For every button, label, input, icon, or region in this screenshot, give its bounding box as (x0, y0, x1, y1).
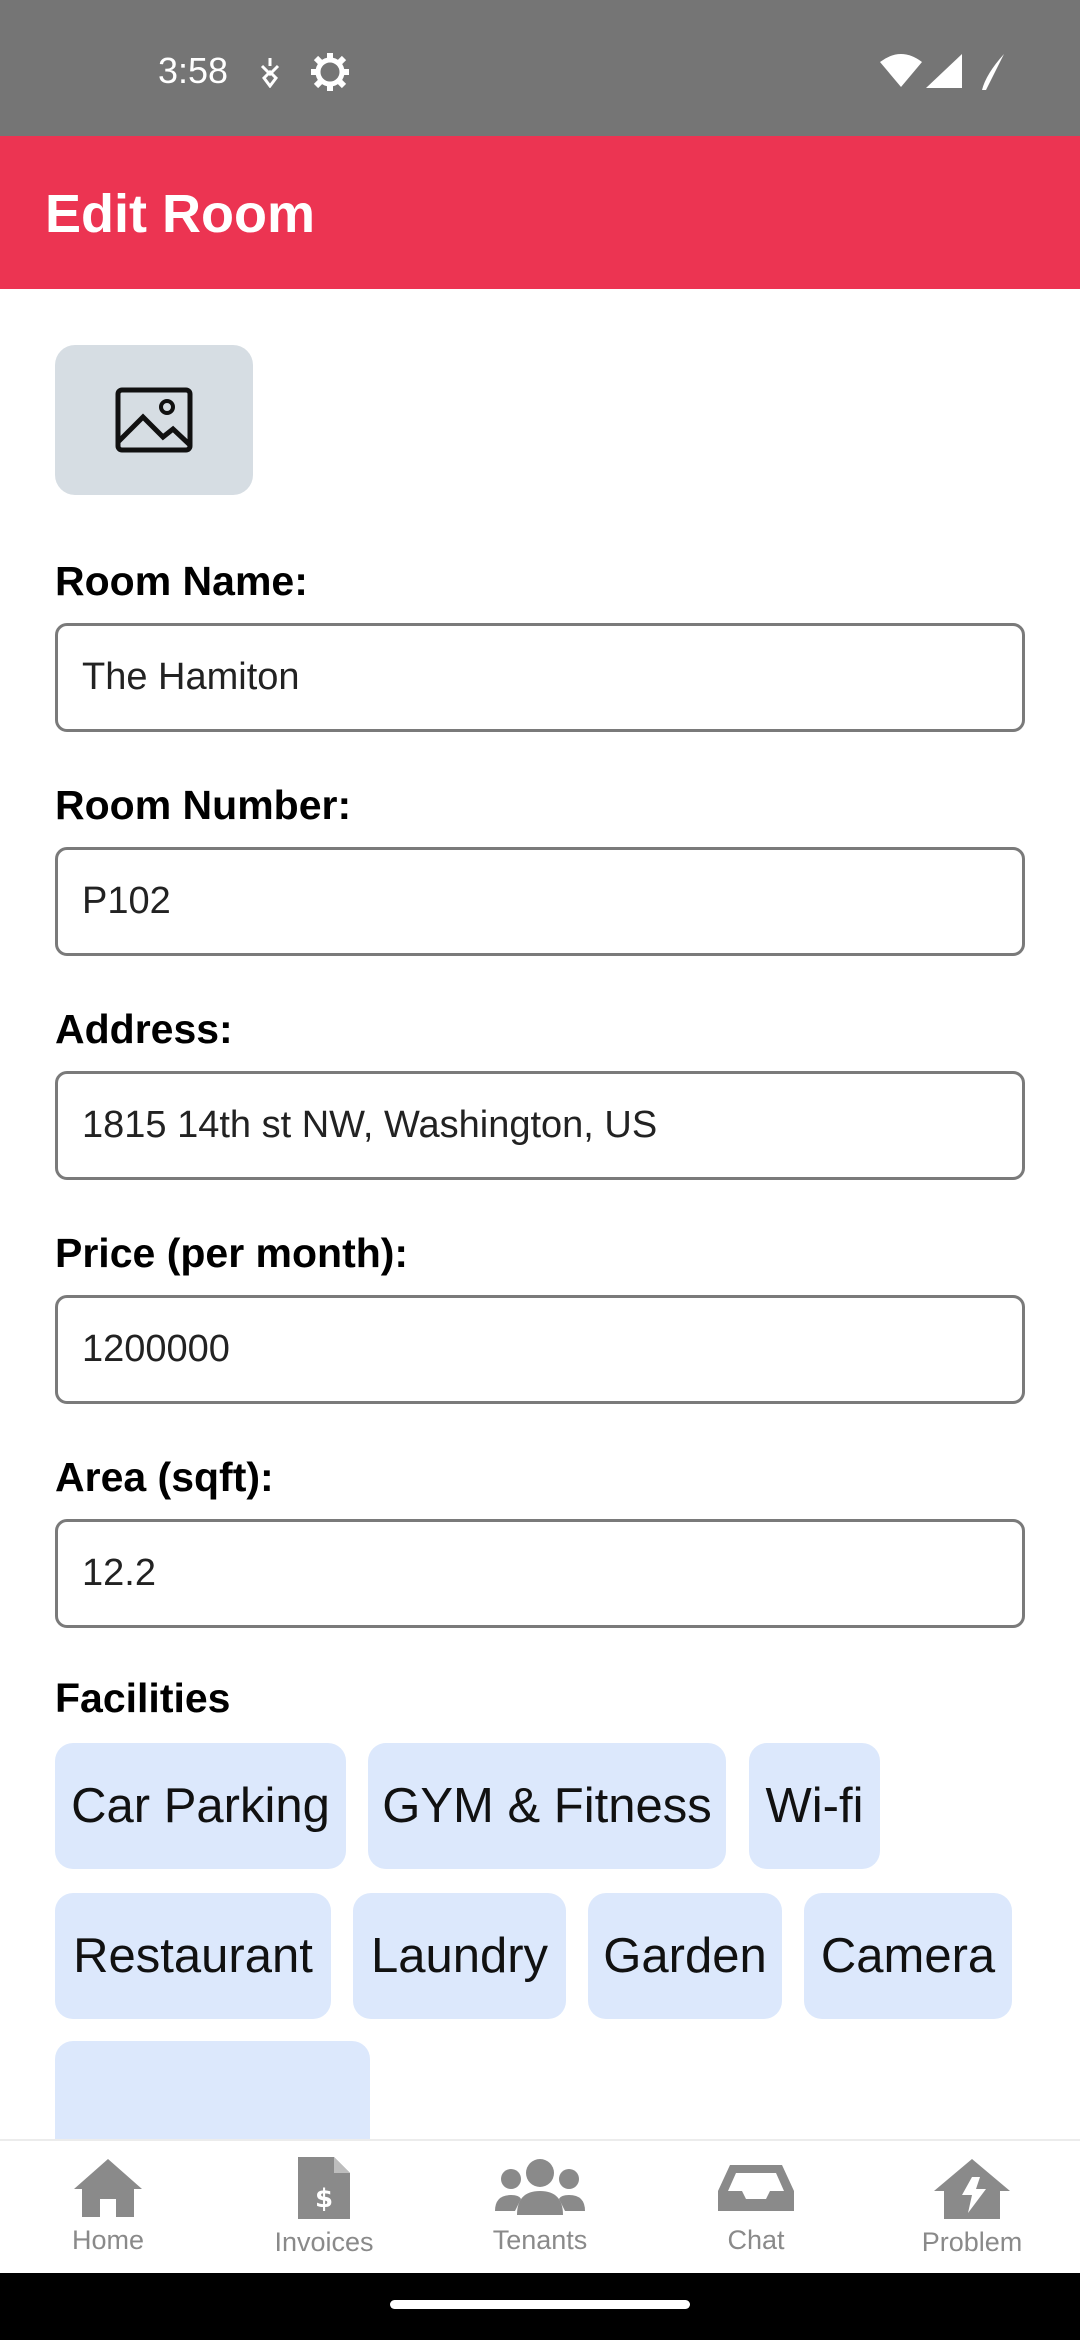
nav-item-tenants[interactable]: Tenants (432, 2141, 648, 2275)
nav-label-home: Home (71, 2225, 145, 2255)
edit-room-form[interactable]: Room Name: Room Number: Address: Price (… (0, 289, 1080, 2139)
room-number-label: Room Number: (55, 782, 352, 828)
facilities-title: Facilities (55, 1675, 231, 1721)
inbox-icon (718, 2165, 794, 2211)
room-name-input[interactable] (55, 623, 1025, 732)
problem-house-icon (934, 2159, 1010, 2219)
dnd-icon (260, 58, 280, 88)
nav-item-problem[interactable]: Problem (864, 2141, 1080, 2275)
price-label: Price (per month): (55, 1230, 409, 1276)
price-input[interactable] (55, 1295, 1025, 1404)
wifi-icon (880, 54, 922, 87)
image-icon (115, 387, 193, 453)
facility-chip-laundry[interactable]: Laundry (353, 1893, 566, 2019)
svg-text:$: $ (315, 2184, 333, 2214)
invoice-icon: $ (298, 2157, 350, 2219)
home-gesture-handle[interactable] (390, 2300, 690, 2309)
facility-chip-wifi[interactable]: Wi-fi (749, 1743, 880, 1869)
tenants-icon (495, 2159, 585, 2215)
nav-item-chat[interactable]: Chat (648, 2141, 864, 2275)
nav-item-invoices[interactable]: $ Invoices (216, 2141, 432, 2275)
gesture-bar (0, 2273, 1080, 2340)
page-title: Edit Room (45, 184, 315, 244)
nav-label-tenants: Tenants (492, 2225, 588, 2255)
nav-label-chat: Chat (727, 2225, 785, 2255)
room-image-picker[interactable] (55, 345, 253, 495)
home-icon (74, 2159, 142, 2217)
facility-chip-partial[interactable] (55, 2041, 370, 2139)
battery-icon (982, 54, 1004, 90)
room-name-label: Room Name: (55, 558, 308, 604)
area-input[interactable] (55, 1519, 1025, 1628)
facility-chip-restaurant[interactable]: Restaurant (55, 1893, 331, 2019)
nav-item-home[interactable]: Home (0, 2141, 216, 2275)
status-time: 3:58 (158, 50, 229, 91)
nav-label-problem: Problem (921, 2227, 1023, 2257)
facility-chip-camera[interactable]: Camera (804, 1893, 1012, 2019)
settings-gear-icon (311, 53, 349, 91)
area-label: Area (sqft): (55, 1454, 274, 1500)
address-input[interactable] (55, 1071, 1025, 1180)
facility-chip-garden[interactable]: Garden (588, 1893, 782, 2019)
bottom-navigation: Home $ Invoices Tenants Chat Problem (0, 2139, 1080, 2273)
status-bar: 3:58 (0, 0, 1080, 136)
room-number-input[interactable] (55, 847, 1025, 956)
app-bar: Edit Room (0, 136, 1080, 289)
signal-icon (926, 54, 962, 88)
nav-label-invoices: Invoices (274, 2227, 374, 2257)
address-label: Address: (55, 1006, 233, 1052)
facility-chip-car-parking[interactable]: Car Parking (55, 1743, 346, 1869)
facility-chip-gym[interactable]: GYM & Fitness (368, 1743, 726, 1869)
